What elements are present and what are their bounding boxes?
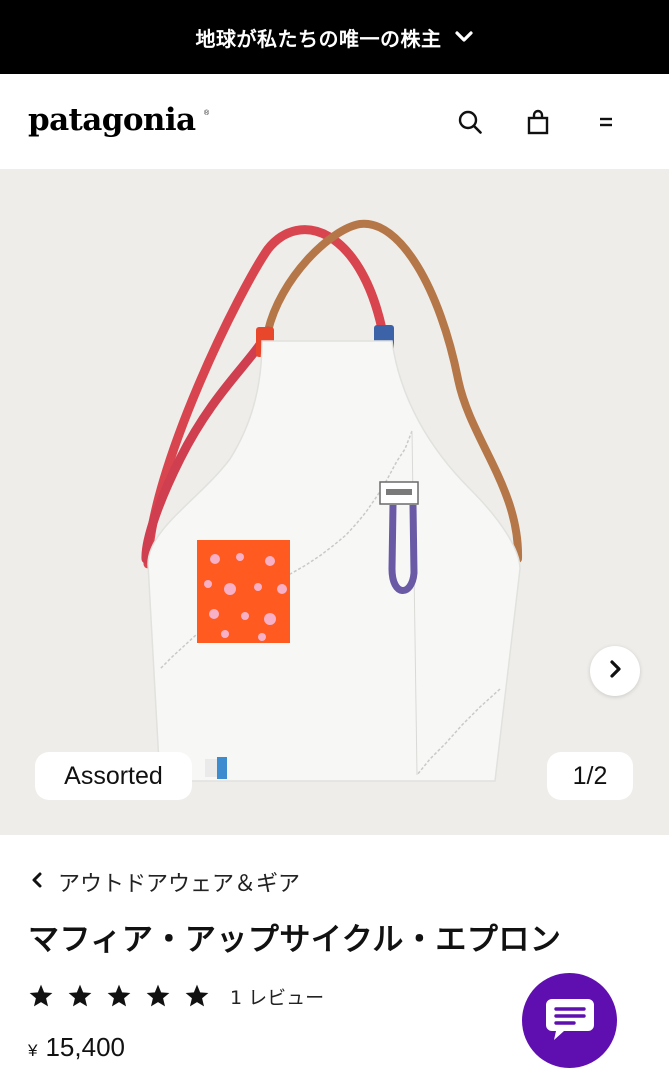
star-icon (68, 984, 92, 1007)
promo-banner-text: 地球が私たちの唯一の株主 (195, 26, 442, 51)
product-price: ¥ 15,400 (28, 1032, 125, 1066)
star-icon (146, 984, 170, 1007)
registered-mark: ® (204, 110, 210, 117)
chat-button[interactable] (522, 973, 617, 1068)
star-rating[interactable] (28, 983, 210, 1009)
site-header: patagonia ® (0, 74, 669, 169)
breadcrumb[interactable]: アウトドアウェア＆ギア (30, 866, 300, 898)
image-counter: 1/2 (547, 752, 633, 800)
next-image-button[interactable] (590, 646, 640, 696)
chat-bubble-icon (544, 995, 596, 1047)
product-title: マフィア・アップサイクル・エプロン (28, 922, 562, 958)
chevron-down-icon (454, 30, 474, 44)
color-label-chip: Assorted (35, 752, 192, 800)
star-icon (29, 984, 53, 1007)
currency-symbol: ¥ (28, 1041, 38, 1060)
star-icon (185, 984, 209, 1007)
chevron-right-icon (607, 659, 623, 683)
star-icon (107, 984, 131, 1007)
search-icon[interactable] (456, 108, 484, 136)
product-rating: 1 レビュー (28, 980, 324, 1012)
menu-icon[interactable] (592, 108, 620, 136)
chevron-left-icon (30, 870, 44, 895)
patagonia-logo[interactable]: patagonia (28, 102, 196, 138)
breadcrumb-label: アウトドアウェア＆ギア (58, 872, 301, 897)
product-image (141, 219, 523, 782)
review-count-link[interactable]: 1 レビュー (230, 983, 324, 1010)
price-amount: 15,400 (45, 1032, 125, 1062)
promo-banner[interactable]: 地球が私たちの唯一の株主 (0, 0, 669, 74)
product-gallery[interactable]: Assorted 1/2 (0, 169, 669, 835)
bag-icon[interactable] (524, 108, 552, 136)
